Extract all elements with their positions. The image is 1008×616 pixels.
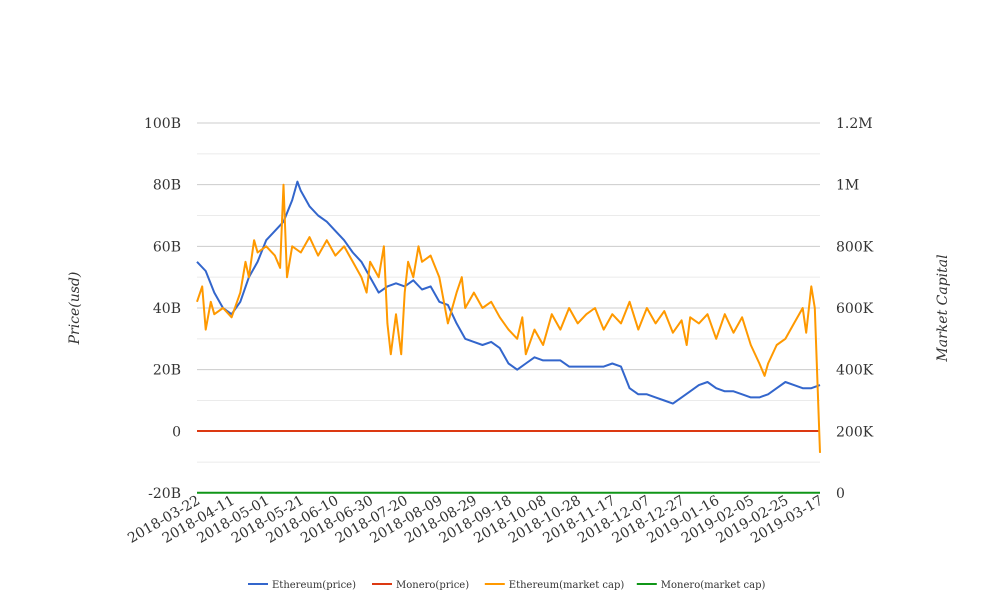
y2-tick-label: 1M — [836, 178, 859, 194]
legend-label: Ethereum(price) — [272, 580, 356, 591]
y-tick-label: 0 — [172, 424, 181, 440]
legend-label: Monero(market cap) — [661, 580, 766, 591]
y2-tick-label: 1.2M — [836, 116, 873, 132]
y2-tick-label: 0 — [836, 486, 845, 502]
y2-tick-label: 600K — [836, 301, 874, 317]
legend: Ethereum(price) Monero(price) Ethereum(mar… — [248, 580, 765, 591]
y2-tick-label: 800K — [836, 239, 874, 255]
legend-label: Monero(price) — [396, 580, 469, 591]
y2-tick-label: 400K — [836, 363, 874, 379]
y2-axis-title: Market Capital — [935, 254, 951, 362]
legend-label: Ethereum(market cap) — [509, 580, 625, 591]
y-tick-label: 80B — [153, 178, 181, 194]
line-chart: -20B 0 20B 40B 60B 80B 100B 0 200K 400K 600K 800K 1… — [67, 116, 951, 591]
y-tick-label: 60B — [153, 239, 181, 255]
y-tick-label: 100B — [144, 116, 181, 132]
series-line-ethereum-market-cap- — [196, 183, 821, 453]
series-line-ethereum-price- — [196, 180, 821, 405]
y-tick-label: -20B — [148, 486, 181, 502]
y-tick-label: 20B — [153, 363, 181, 379]
y-axis-title: Price(usd) — [67, 272, 83, 346]
y-tick-label: 40B — [153, 301, 181, 317]
y2-tick-label: 200K — [836, 424, 874, 440]
